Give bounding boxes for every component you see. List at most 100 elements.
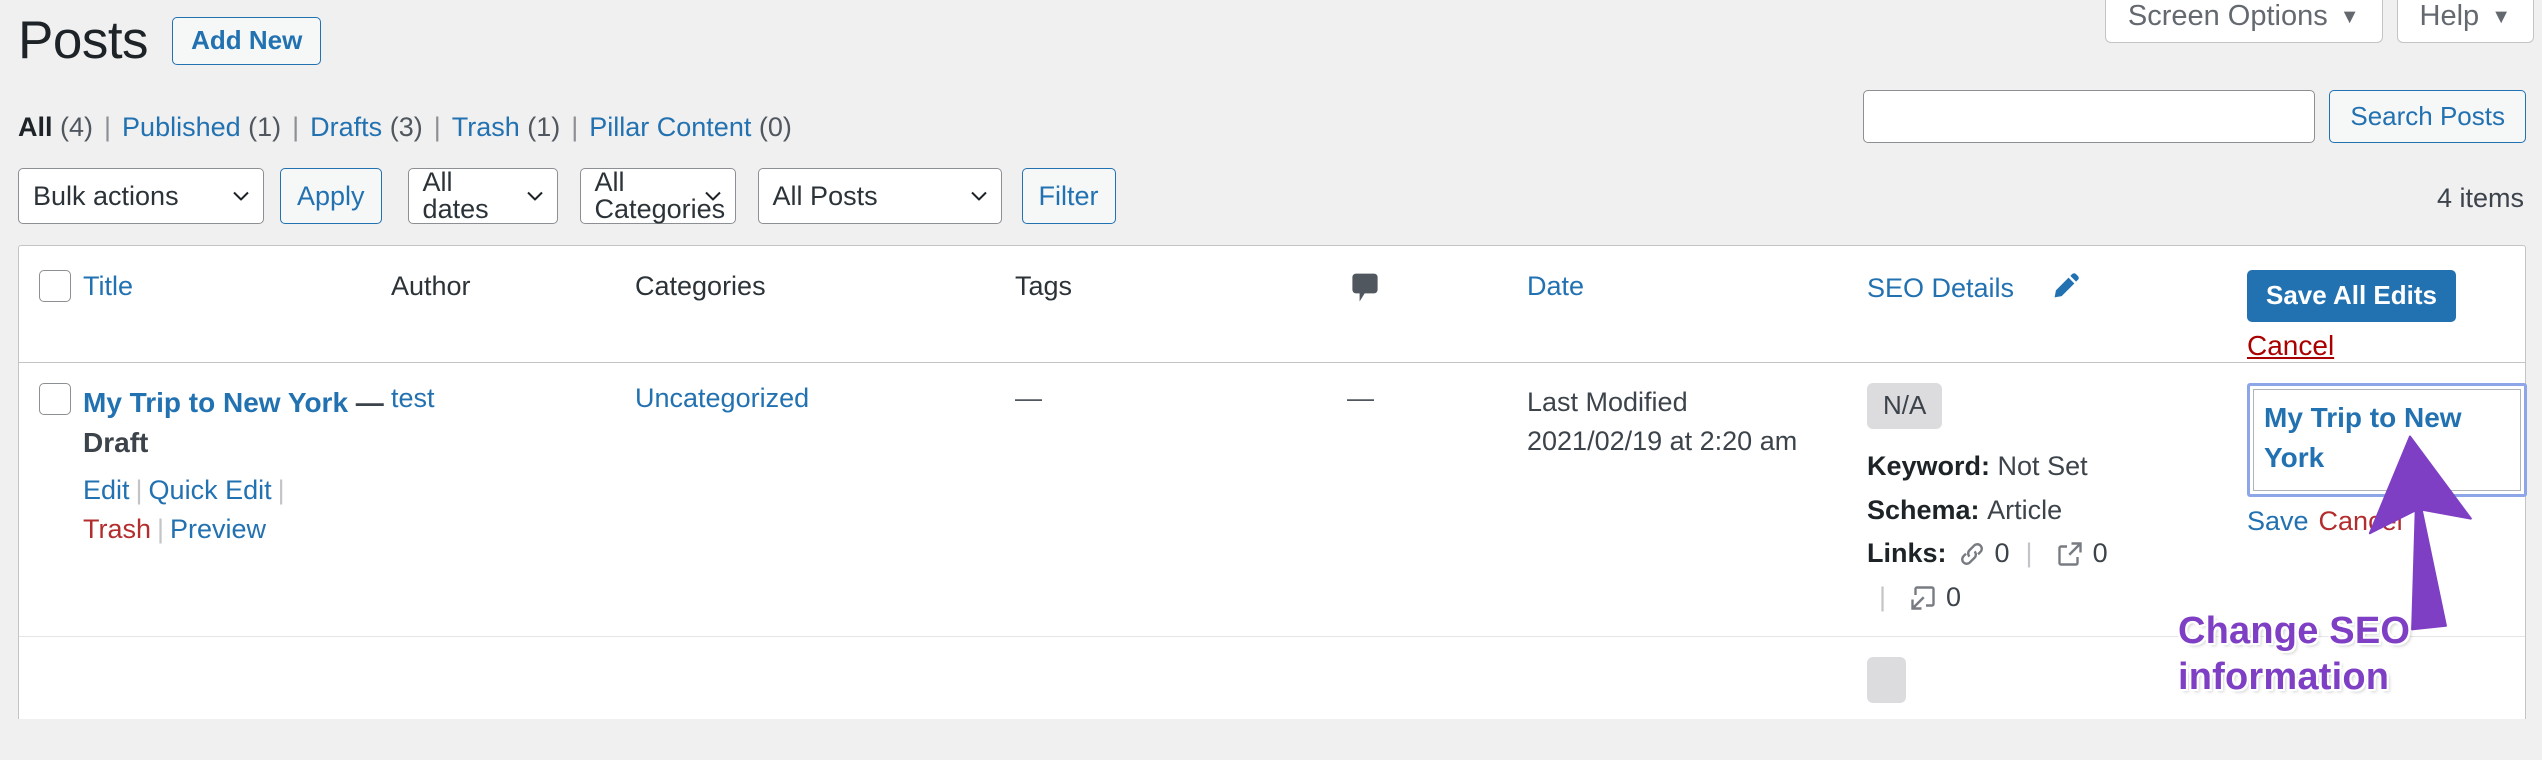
- seo-schema-label: Schema:: [1867, 494, 1980, 525]
- status-filter-label-pillar-content[interactable]: Pillar Content: [589, 112, 751, 142]
- cell-seo-details: [1867, 657, 2247, 719]
- cell-inline-seo-edit: My Trip to New York Save Cancel: [2247, 383, 2542, 537]
- divider: |: [2025, 538, 2033, 569]
- seo-links-line: Links: 0 | 0: [1867, 532, 2247, 576]
- help-button[interactable]: Help ▼: [2396, 0, 2534, 43]
- cell-date: Last Modified 2021/02/19 at 2:20 am: [1527, 383, 1867, 461]
- sidebar-item-all[interactable]: All (4): [18, 112, 93, 143]
- bulk-actions-selected-value: Bulk actions: [33, 180, 179, 211]
- inline-title-edit-wrapper: My Trip to New York: [2247, 383, 2527, 497]
- date-filter-select[interactable]: All dates: [407, 167, 558, 224]
- status-filter-count-drafts: (3): [389, 112, 423, 142]
- column-header-seo-details: SEO Details: [1867, 270, 2247, 307]
- column-header-title[interactable]: Title: [83, 270, 391, 302]
- external-link-icon: [2055, 539, 2085, 569]
- post-type-filter-select[interactable]: All Posts: [757, 168, 1002, 224]
- cell-seo-details: N/A Keyword: Not Set Schema: Article Lin…: [1867, 383, 2247, 620]
- seo-keyword-value: Not Set: [1997, 451, 2088, 481]
- status-filter-published[interactable]: Published (1): [122, 112, 281, 143]
- seo-schema-value: Article: [1987, 494, 2063, 525]
- status-filter-count-all: (4): [60, 112, 94, 142]
- column-header-date-label[interactable]: Date: [1527, 271, 1584, 301]
- table-row: [19, 637, 2525, 719]
- items-count-label: 4 items: [2436, 183, 2524, 213]
- column-header-author-label: Author: [391, 271, 471, 301]
- post-type-filter-selected-value: All Posts: [772, 180, 878, 211]
- status-filter-label-all: All: [18, 112, 53, 142]
- search-posts-button[interactable]: Search Posts: [2329, 90, 2526, 143]
- status-filter-count-trash: (1): [527, 112, 561, 142]
- divider: |: [104, 112, 112, 142]
- status-filter-drafts[interactable]: Drafts (3): [310, 112, 423, 143]
- screen-options-button[interactable]: Screen Options ▼: [2104, 0, 2383, 43]
- internal-links-count: 0: [1994, 538, 2010, 569]
- row-action-quick-edit[interactable]: Quick Edit: [149, 475, 272, 505]
- select-all-cell: [19, 270, 83, 302]
- tablenav-top: Bulk actions Apply All dates All Categor…: [18, 168, 1116, 224]
- seo-links-label: Links:: [1867, 538, 1947, 569]
- post-title-link[interactable]: My Trip to New York: [83, 387, 348, 418]
- author-link[interactable]: test: [391, 383, 435, 413]
- divider: |: [135, 474, 143, 505]
- category-link[interactable]: Uncategorized: [635, 383, 809, 413]
- cancel-all-edits-link[interactable]: Cancel: [2247, 330, 2507, 362]
- inline-title-edit-input[interactable]: My Trip to New York: [2253, 389, 2521, 491]
- filter-button[interactable]: Filter: [1021, 168, 1116, 224]
- external-links-count: 0: [2092, 538, 2108, 569]
- date-filter-selected-value: All dates: [422, 167, 489, 224]
- divider: |: [277, 474, 285, 505]
- row-action-preview[interactable]: Preview: [170, 514, 266, 544]
- apply-bulk-action-button[interactable]: Apply: [280, 168, 382, 224]
- seo-score-badge-partial: [1867, 657, 1907, 703]
- search-input[interactable]: [1863, 90, 2316, 143]
- row-select-cell: [19, 383, 83, 415]
- status-filter-label-drafts[interactable]: Drafts: [310, 112, 382, 142]
- cell-title: My Trip to New York — Draft Edit | Quick E…: [83, 383, 391, 549]
- status-filter-trash[interactable]: Trash (1): [452, 112, 561, 143]
- page-title: Posts: [18, 11, 149, 70]
- status-filter-label-published[interactable]: Published: [122, 112, 241, 142]
- comment-bubble-icon: [1347, 270, 1527, 306]
- status-filter-count-published: (1): [248, 112, 282, 142]
- chevron-down-icon: ▼: [2339, 5, 2360, 28]
- chevron-down-icon: [233, 191, 249, 201]
- post-status-filter-list: All (4) | Published (1) | Drafts (3) | T…: [18, 112, 792, 143]
- date-value: 2021/02/19 at 2:20 am: [1527, 426, 1798, 457]
- post-title: My Trip to New York — Draft: [83, 383, 391, 463]
- divider: |: [571, 112, 579, 142]
- column-header-seo-details-label[interactable]: SEO Details: [1867, 272, 2014, 304]
- date-label: Last Modified: [1527, 387, 1688, 417]
- add-new-button[interactable]: Add New: [172, 16, 322, 65]
- seo-keyword-label: Keyword:: [1867, 451, 1991, 481]
- select-all-checkbox[interactable]: [39, 270, 71, 302]
- row-action-edit[interactable]: Edit: [83, 475, 130, 505]
- chevron-down-icon: [970, 191, 987, 201]
- cell-categories: Uncategorized: [635, 383, 1015, 414]
- save-all-edits-button[interactable]: Save All Edits: [2247, 270, 2456, 322]
- seo-keyword-line: Keyword: Not Set: [1867, 445, 2247, 489]
- divider: |: [292, 112, 300, 142]
- column-header-tags: Tags: [1015, 270, 1347, 302]
- status-filter-count-pillar-content: (0): [758, 112, 792, 142]
- divider: |: [1879, 582, 1887, 613]
- inline-edit-cancel-link[interactable]: Cancel: [2319, 506, 2403, 536]
- row-select-checkbox[interactable]: [39, 383, 71, 415]
- inbound-links-count: 0: [1946, 582, 1962, 613]
- chevron-down-icon: ▼: [2491, 5, 2511, 28]
- row-action-trash[interactable]: Trash: [83, 514, 151, 544]
- category-filter-select[interactable]: All Categories: [579, 168, 736, 224]
- status-filter-label-trash[interactable]: Trash: [452, 112, 520, 142]
- column-header-comments[interactable]: [1347, 270, 1527, 306]
- bulk-actions-select[interactable]: Bulk actions: [18, 168, 264, 224]
- row-actions: Edit | Quick Edit | Trash | Preview: [83, 471, 391, 549]
- column-header-title-label[interactable]: Title: [83, 271, 133, 301]
- bulk-edit-actions-cell: Save All Edits Cancel: [2247, 270, 2525, 362]
- pencil-icon[interactable]: [2050, 270, 2082, 307]
- comments-value: —: [1347, 383, 1374, 413]
- status-filter-pillar-content[interactable]: Pillar Content (0): [589, 112, 792, 143]
- cell-comments: —: [1347, 383, 1527, 414]
- inline-edit-save-link[interactable]: Save: [2247, 506, 2309, 536]
- column-header-date[interactable]: Date: [1527, 270, 1867, 302]
- cell-author: test: [391, 383, 635, 414]
- column-header-tags-label: Tags: [1015, 271, 1073, 301]
